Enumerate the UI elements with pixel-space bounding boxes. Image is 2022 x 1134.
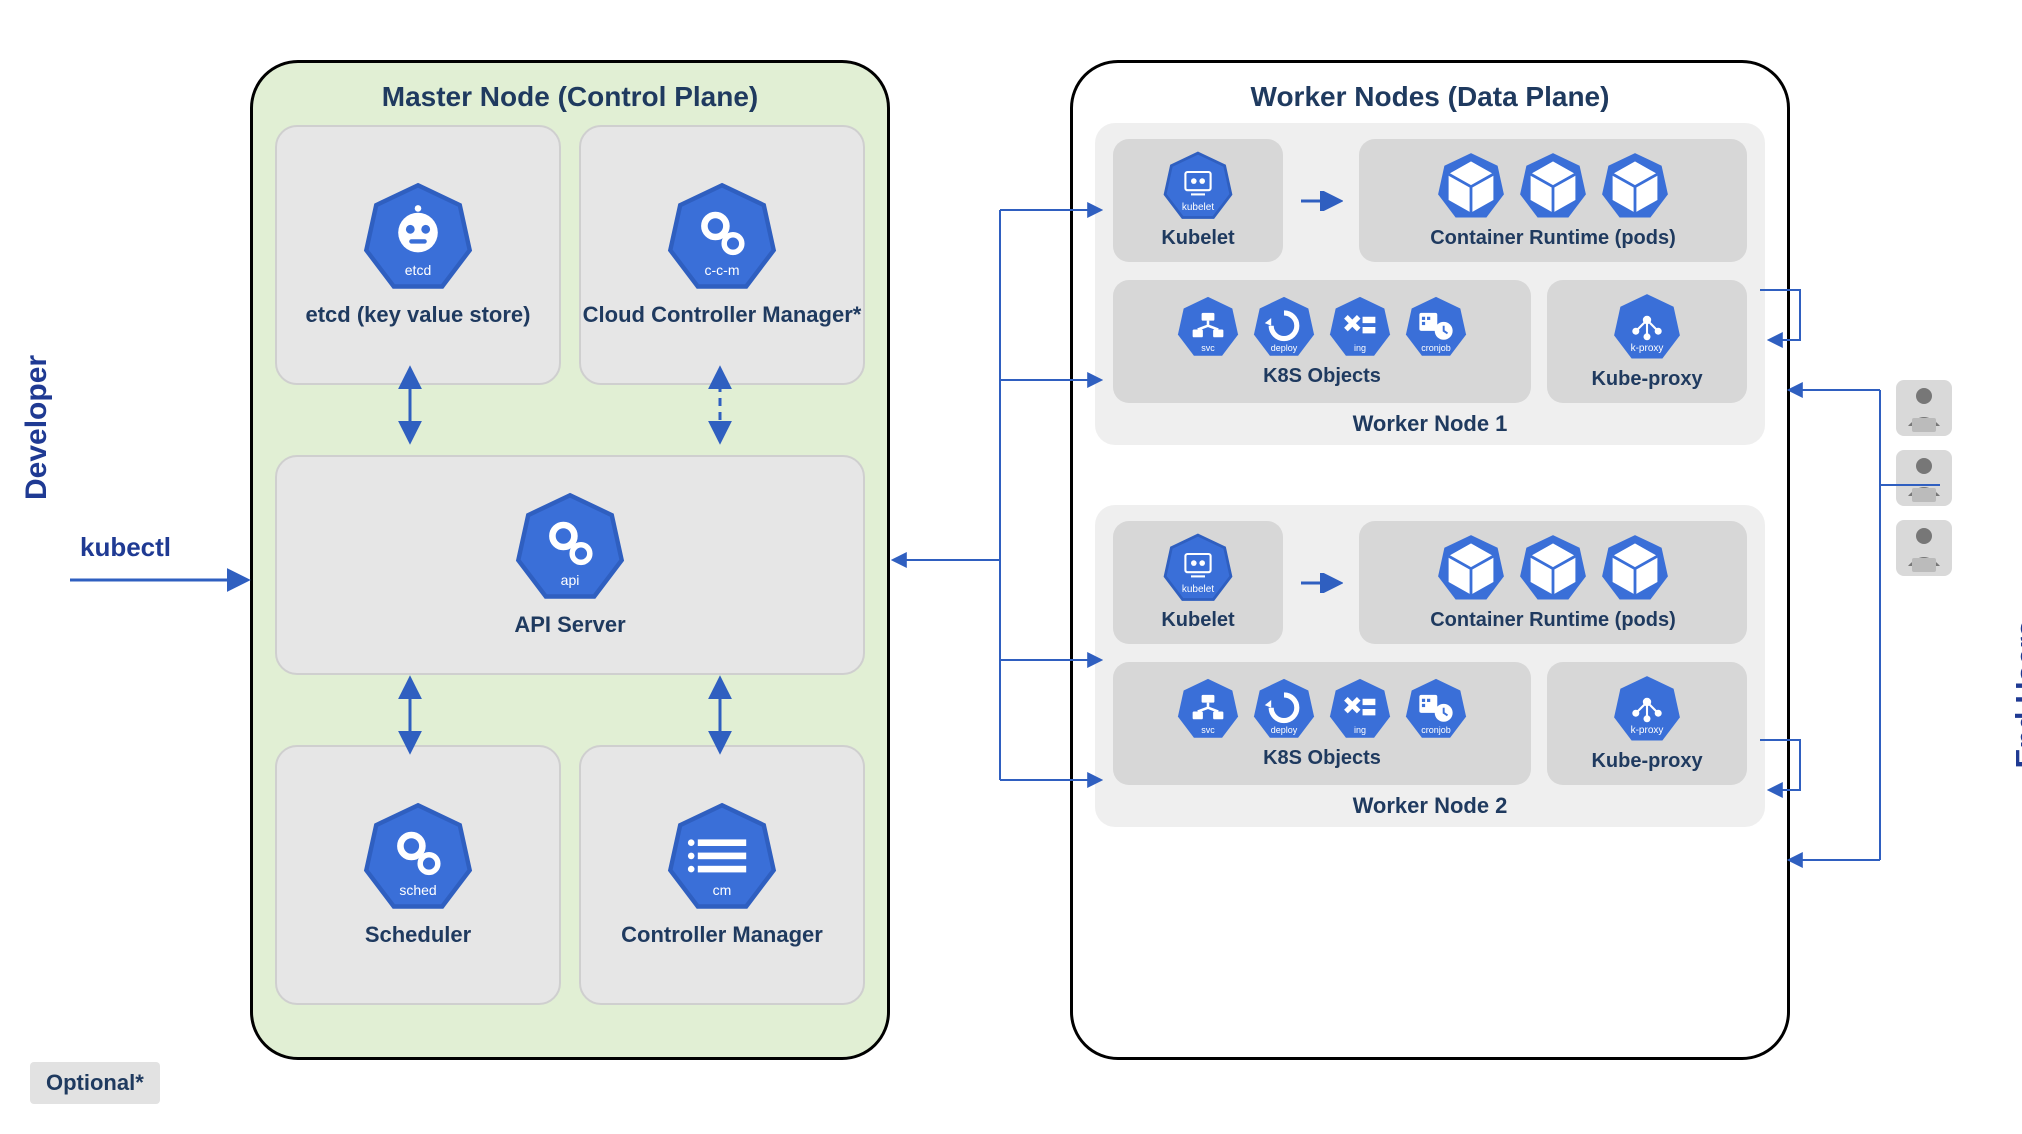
ing-icon: ing [1328,677,1392,741]
kproxy-icon: k-proxy [1612,674,1682,744]
cm-caption: Controller Manager [621,922,823,948]
cm-icon: cm [667,802,777,912]
etcd-caption: etcd (key value store) [306,302,531,328]
pod-icon [1518,533,1588,603]
deploy-icon: deploy [1252,677,1316,741]
worker-nodes: Worker Nodes (Data Plane) kubelet Kubele… [1070,60,1790,1060]
svc-icon: svc [1176,295,1240,359]
arrow-icon [1299,191,1343,211]
runtime-card-2: Container Runtime (pods) [1359,521,1747,644]
end-users-icons [1896,380,1952,576]
kube-proxy-card-2: k-proxy Kube-proxy [1547,662,1747,785]
scheduler-card: sched Scheduler [275,745,561,1005]
kproxy-icon: k-proxy [1612,292,1682,362]
cronjob-icon: cronjob [1404,677,1468,741]
etcd-card: etcd etcd (key value store) [275,125,561,385]
sched-icon: sched [363,802,473,912]
pod-icon [1600,151,1670,221]
sched-caption: Scheduler [365,922,471,948]
kubelet-card-2: kubelet Kubelet [1113,521,1283,644]
worker-node-2: kubelet Kubelet Container Runtime (pods)… [1095,505,1765,827]
etcd-icon: etcd [363,182,473,292]
workers-title: Worker Nodes (Data Plane) [1095,81,1765,113]
master-title: Master Node (Control Plane) [275,81,865,113]
runtime-card-1: Container Runtime (pods) [1359,139,1747,262]
kube-proxy-card-1: k-proxy Kube-proxy [1547,280,1747,403]
pod-icon [1600,533,1670,603]
pod-icon [1436,533,1506,603]
cronjob-icon: cronjob [1404,295,1468,359]
pod-icon [1436,151,1506,221]
ccm-caption: Cloud Controller Manager* [583,302,862,328]
person-icon [1896,450,1952,506]
developer-label: Developer [20,355,54,500]
api-caption: API Server [514,612,625,638]
kubelet-card-1: kubelet Kubelet [1113,139,1283,262]
pod-icon [1518,151,1588,221]
svc-icon: svc [1176,677,1240,741]
k8s-objects-card-2: svc deploy ing cronjob K8S Objects [1113,662,1531,785]
arrow-icon [1299,573,1343,593]
ing-icon: ing [1328,295,1392,359]
master-node: Master Node (Control Plane) etcd etcd (k… [250,60,890,1060]
deploy-icon: deploy [1252,295,1316,359]
worker-node-1: kubelet Kubelet Container Runtime (pods)… [1095,123,1765,445]
worker-node-2-title: Worker Node 2 [1113,793,1747,819]
person-icon [1896,520,1952,576]
kubectl-label: kubectl [80,532,171,563]
ccm-card: c-c-m Cloud Controller Manager* [579,125,865,385]
ccm-icon: c-c-m [667,182,777,292]
kubelet-icon: kubelet [1163,151,1233,221]
api-server-card: api API Server [275,455,865,675]
optional-badge: Optional* [30,1062,160,1104]
end-users-label: End Users [2010,620,2022,768]
k8s-objects-card-1: svc deploy ing cronjob K8S Objects [1113,280,1531,403]
cm-card: cm Controller Manager [579,745,865,1005]
api-icon: api [515,492,625,602]
person-icon [1896,380,1952,436]
kubelet-icon: kubelet [1163,533,1233,603]
worker-node-1-title: Worker Node 1 [1113,411,1747,437]
